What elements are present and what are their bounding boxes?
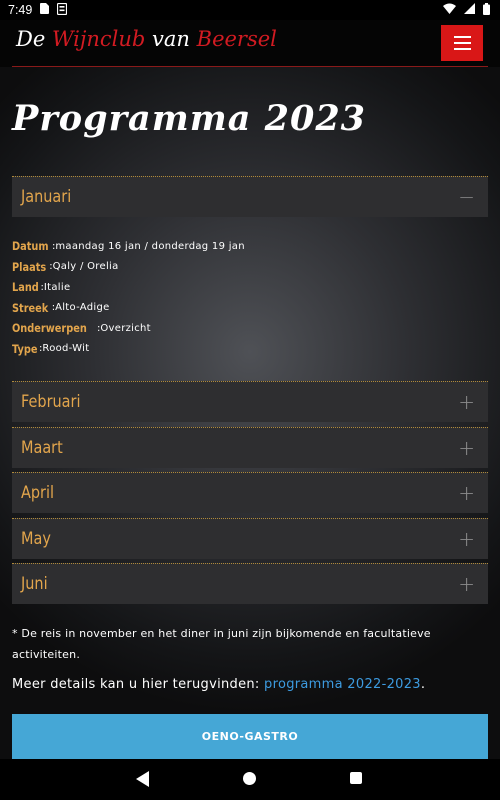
status-bar: 7:49 bbox=[0, 0, 500, 20]
detail-key: Streek bbox=[12, 300, 49, 315]
expand-icon: + bbox=[458, 527, 475, 551]
detail-row-datum: Datum : maandag 16 jan / donderdag 19 ja… bbox=[12, 236, 245, 257]
detail-value: Qaly / Orelia bbox=[52, 261, 119, 273]
accordion-label: Juni bbox=[21, 574, 48, 594]
accordion-januari[interactable]: Januari − bbox=[12, 176, 488, 217]
logo-text-wijnclub: Wijnclub bbox=[51, 27, 146, 51]
logo-text-beersel: Beersel bbox=[196, 27, 277, 51]
footnote: * De reis in november en het diner in ju… bbox=[12, 627, 431, 661]
detail-row-plaats: Plaats : Qaly / Orelia bbox=[12, 257, 245, 278]
header-divider bbox=[12, 66, 488, 67]
accordion-februari[interactable]: Februari + bbox=[12, 381, 488, 422]
detail-value: Rood-Wit bbox=[42, 343, 90, 355]
site-header: De Wijnclub van Beersel bbox=[0, 20, 500, 67]
detail-key: Type bbox=[12, 341, 38, 356]
accordion-maart[interactable]: Maart + bbox=[12, 427, 488, 468]
accordion-label: May bbox=[21, 529, 51, 549]
hamburger-line bbox=[453, 48, 471, 50]
detail-value: Alto-Adige bbox=[55, 302, 110, 314]
detail-row-onderwerpen: Onderwerpen : Overzicht bbox=[12, 318, 245, 339]
accordion-may[interactable]: May + bbox=[12, 518, 488, 559]
back-icon[interactable] bbox=[136, 771, 150, 791]
more-details-suffix: . bbox=[420, 677, 426, 692]
detail-row-type: Type : Rood-Wit bbox=[12, 339, 245, 360]
detail-key: Plaats bbox=[12, 259, 47, 274]
detail-row-streek: Streek : Alto-Adige bbox=[12, 298, 245, 319]
logo-text-de: De bbox=[16, 27, 52, 51]
expand-icon: + bbox=[458, 572, 475, 596]
detail-value: maandag 16 jan / donderdag 19 jan bbox=[55, 240, 245, 252]
storage-icon bbox=[57, 2, 68, 18]
expand-icon: + bbox=[458, 436, 475, 460]
detail-value: Italie bbox=[43, 281, 71, 293]
more-details-prefix: Meer details kan u hier terugvinden: bbox=[12, 677, 265, 692]
signal-icon bbox=[464, 3, 475, 17]
hamburger-line bbox=[453, 42, 471, 44]
wifi-icon bbox=[443, 3, 456, 17]
battery-icon bbox=[483, 2, 490, 18]
logo-text-van: van bbox=[145, 27, 197, 51]
accordion-label: April bbox=[21, 483, 55, 503]
collapse-icon: − bbox=[458, 185, 475, 209]
system-nav-bar bbox=[0, 759, 500, 800]
accordion-label: Februari bbox=[21, 392, 81, 412]
programma-link[interactable]: programma 2022-2023 bbox=[264, 677, 421, 692]
januari-details: Datum : maandag 16 jan / donderdag 19 ja… bbox=[12, 236, 245, 359]
more-details-text: Meer details kan u hier terugvinden: pro… bbox=[12, 677, 425, 692]
expand-icon: + bbox=[458, 390, 475, 414]
sim-card-icon bbox=[40, 3, 50, 17]
detail-key: Onderwerpen bbox=[12, 321, 87, 336]
detail-row-land: Land : Italie bbox=[12, 277, 245, 298]
status-time: 7:49 bbox=[8, 3, 33, 17]
site-logo[interactable]: De Wijnclub van Beersel bbox=[16, 27, 277, 51]
accordion-april[interactable]: April + bbox=[12, 472, 488, 513]
accordion-label: Maart bbox=[21, 438, 63, 458]
expand-icon: + bbox=[458, 481, 475, 505]
detail-key: Datum bbox=[12, 239, 49, 254]
oeno-gastro-button[interactable]: OENO-GASTRO bbox=[12, 714, 488, 759]
detail-key: Land bbox=[12, 280, 39, 295]
detail-value: Overzicht bbox=[100, 322, 151, 334]
hamburger-menu-button[interactable] bbox=[441, 25, 483, 61]
accordion-juni[interactable]: Juni + bbox=[12, 563, 488, 604]
recent-apps-icon[interactable] bbox=[350, 772, 362, 784]
accordion-label: Januari bbox=[21, 187, 72, 207]
home-icon[interactable] bbox=[243, 772, 256, 785]
hamburger-line bbox=[453, 36, 471, 38]
page-title: Programma 2023 bbox=[12, 98, 367, 139]
